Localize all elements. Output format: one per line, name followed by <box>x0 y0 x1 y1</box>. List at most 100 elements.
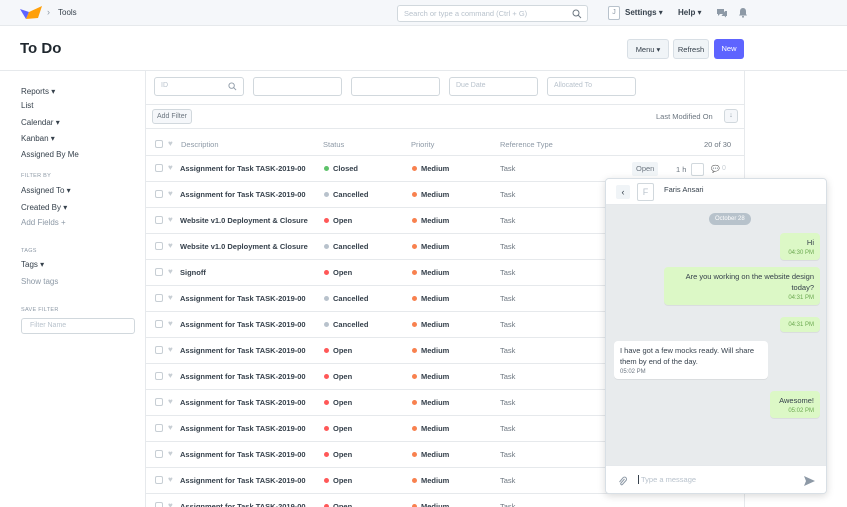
row-description[interactable]: Assignment for Task TASK-2019-00 <box>180 294 320 303</box>
description-filter-input[interactable] <box>253 77 342 96</box>
sidebar-item-reports[interactable]: Reports ▾ <box>21 87 55 96</box>
notification-bell-icon[interactable] <box>738 7 748 18</box>
row-checkbox[interactable] <box>155 346 163 354</box>
row-checkbox[interactable] <box>155 424 163 432</box>
refresh-button[interactable]: Refresh <box>673 39 709 59</box>
heart-icon[interactable]: ♥ <box>168 371 173 381</box>
row-assignee-avatar[interactable] <box>691 163 704 176</box>
row-description[interactable]: Website v1.0 Deployment & Closure <box>180 216 320 225</box>
show-tags-link[interactable]: Show tags <box>21 277 58 286</box>
back-button[interactable]: ‹ <box>616 185 630 199</box>
add-filter-button[interactable]: Add Filter <box>152 109 192 124</box>
message-time: 05:02 PM <box>788 408 814 414</box>
heart-icon[interactable]: ♥ <box>168 319 173 329</box>
chat-composer: Type a message <box>606 465 826 493</box>
row-priority: Medium <box>421 216 450 225</box>
row-status: Cancelled <box>333 242 369 251</box>
row-description[interactable]: Assignment for Task TASK-2019-00 <box>180 320 320 329</box>
sidebar-item-list[interactable]: List <box>21 101 33 110</box>
sidebar-item-assigned-by-me[interactable]: Assigned By Me <box>21 150 79 159</box>
row-checkbox[interactable] <box>155 164 163 172</box>
menu-button[interactable]: Menu ▾ <box>627 39 669 59</box>
heart-icon[interactable]: ♥ <box>168 475 173 485</box>
message-time: 04:31 PM <box>788 322 814 328</box>
heart-icon[interactable]: ♥ <box>168 241 173 251</box>
row-description[interactable]: Assignment for Task TASK-2019-00 <box>180 476 320 485</box>
heart-icon[interactable]: ♥ <box>168 423 173 433</box>
paperclip-icon[interactable] <box>618 476 627 487</box>
row-description[interactable]: Assignment for Task TASK-2019-00 <box>180 502 320 507</box>
status-indicator-dot <box>324 348 329 353</box>
status-indicator-dot <box>324 426 329 431</box>
heart-icon[interactable]: ♥ <box>168 215 173 225</box>
row-description[interactable]: Assignment for Task TASK-2019-00 <box>180 190 320 199</box>
sidebar-filter-created-by[interactable]: Created By ▾ <box>21 203 67 212</box>
row-checkbox[interactable] <box>155 476 163 484</box>
settings-dropdown[interactable]: Settings ▾ <box>625 8 663 17</box>
sidebar-tags-dropdown[interactable]: Tags ▾ <box>21 260 44 269</box>
row-description[interactable]: Assignment for Task TASK-2019-00 <box>180 372 320 381</box>
sidebar-item-calendar[interactable]: Calendar ▾ <box>21 118 60 127</box>
sidebar-item-kanban[interactable]: Kanban ▾ <box>21 134 55 143</box>
row-description[interactable]: Assignment for Task TASK-2019-00 <box>180 398 320 407</box>
heart-icon[interactable]: ♥ <box>168 267 173 277</box>
row-checkbox[interactable] <box>155 294 163 302</box>
add-fields-link[interactable]: Add Fields + <box>21 218 66 227</box>
id-filter-input[interactable]: ID <box>154 77 244 96</box>
user-avatar[interactable]: J <box>608 6 620 20</box>
row-reference-type: Task <box>500 372 516 381</box>
row-checkbox[interactable] <box>155 190 163 198</box>
row-checkbox[interactable] <box>155 502 163 507</box>
row-checkbox[interactable] <box>155 242 163 250</box>
message-input[interactable]: Type a message <box>638 475 696 484</box>
row-description[interactable]: Assignment for Task TASK-2019-00 <box>180 424 320 433</box>
column-header-description[interactable]: Description <box>181 140 219 149</box>
row-checkbox[interactable] <box>155 450 163 458</box>
status-filter-input[interactable] <box>351 77 440 96</box>
row-checkbox[interactable] <box>155 398 163 406</box>
heart-icon[interactable]: ♥ <box>168 163 173 173</box>
row-checkbox[interactable] <box>155 320 163 328</box>
allocated-to-filter-input[interactable]: Allocated To <box>547 77 636 96</box>
column-header-status[interactable]: Status <box>323 140 344 149</box>
row-description[interactable]: Assignment for Task TASK-2019-00 <box>180 164 320 173</box>
row-reference-type: Task <box>500 424 516 433</box>
heart-icon[interactable]: ♥ <box>168 397 173 407</box>
column-header-priority[interactable]: Priority <box>411 140 434 149</box>
row-description[interactable]: Signoff <box>180 268 320 277</box>
row-checkbox[interactable] <box>155 268 163 276</box>
sort-by-dropdown[interactable]: Last Modified On <box>656 112 713 121</box>
filter-name-input[interactable]: Filter Name <box>21 318 135 334</box>
due-date-filter-input[interactable]: Due Date <box>449 77 538 96</box>
row-status: Open <box>333 476 353 485</box>
row-checkbox[interactable] <box>155 216 163 224</box>
new-button[interactable]: New <box>714 39 744 59</box>
select-all-checkbox[interactable] <box>155 140 163 148</box>
breadcrumb-separator-icon: › <box>47 7 50 17</box>
sort-order-button[interactable]: ↓ <box>724 109 738 123</box>
row-checkbox[interactable] <box>155 372 163 380</box>
table-row[interactable]: ♥ Assignment for Task TASK-2019-00 Open Med… <box>146 493 744 507</box>
breadcrumb-tools[interactable]: Tools <box>58 8 77 17</box>
column-header-reference-type[interactable]: Reference Type <box>500 140 553 149</box>
chat-icon[interactable] <box>716 8 728 18</box>
row-description[interactable]: Assignment for Task TASK-2019-00 <box>180 346 320 355</box>
heart-icon[interactable]: ♥ <box>168 501 173 507</box>
row-priority: Medium <box>421 476 450 485</box>
send-icon[interactable] <box>804 476 815 486</box>
status-indicator-dot <box>324 192 329 197</box>
help-dropdown[interactable]: Help ▾ <box>678 8 702 17</box>
priority-indicator-dot <box>412 374 417 379</box>
heart-icon[interactable]: ♥ <box>168 293 173 303</box>
heart-icon[interactable]: ♥ <box>168 189 173 199</box>
row-reference-type: Task <box>500 216 516 225</box>
sort-arrow-icon: ↓ <box>729 112 733 119</box>
sidebar-filter-assigned-to[interactable]: Assigned To ▾ <box>21 186 71 195</box>
awesome-bar[interactable]: Search or type a command (Ctrl + G) <box>397 5 588 22</box>
heart-icon[interactable]: ♥ <box>168 449 173 459</box>
heart-icon[interactable]: ♥ <box>168 345 173 355</box>
row-description[interactable]: Website v1.0 Deployment & Closure <box>180 242 320 251</box>
row-description[interactable]: Assignment for Task TASK-2019-00 <box>180 450 320 459</box>
app-logo-icon[interactable] <box>20 6 44 20</box>
row-reference-type: Task <box>500 502 516 507</box>
